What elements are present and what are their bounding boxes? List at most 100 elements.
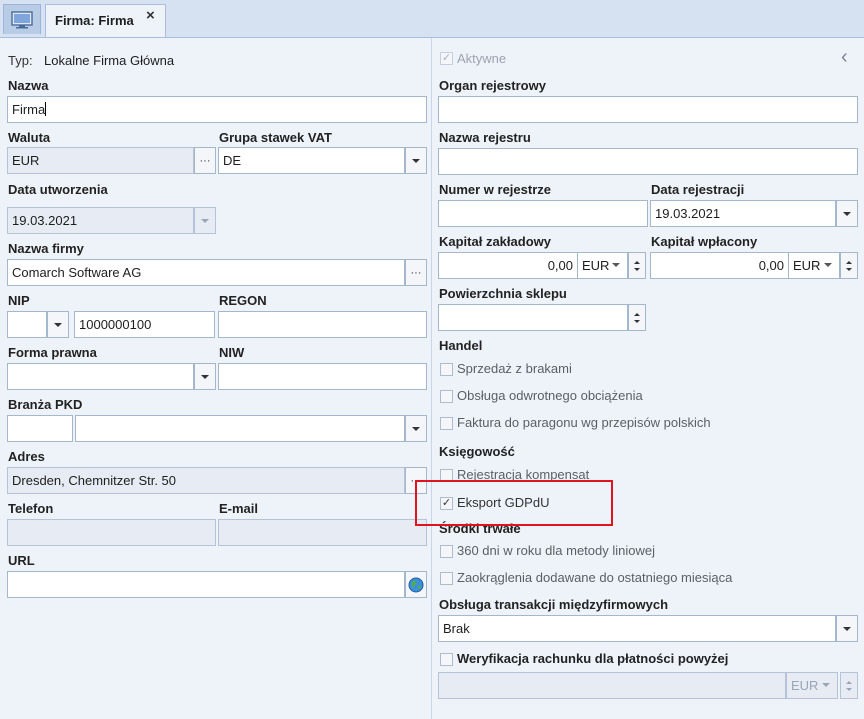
tab-close-icon[interactable]: × xyxy=(146,7,160,24)
chevron-down-icon xyxy=(822,683,830,687)
spin-up-icon xyxy=(634,260,640,264)
numer-rejestr-label: Numer w rejestrze xyxy=(439,182,551,197)
spin-up-icon xyxy=(634,312,640,316)
grupa-vat-dropdown-button[interactable] xyxy=(405,147,427,174)
spin-down-icon xyxy=(846,267,852,271)
zaokraglenia-label: Zaokrąglenia dodawane do ostatniego mies… xyxy=(457,570,733,585)
360-dni-label: 360 dni w roku dla metody liniowej xyxy=(457,543,655,558)
transakcje-label: Obsługa transakcji międzyfirmowych xyxy=(439,597,669,612)
weryfikacja-spinner xyxy=(840,672,858,699)
chevron-down-icon xyxy=(412,158,420,163)
nazwa-rejestru-input[interactable] xyxy=(438,148,858,175)
chevron-down-icon xyxy=(201,218,209,223)
branza-label: Branża PKD xyxy=(8,397,83,412)
kapital-wpl-currency-select[interactable]: EUR xyxy=(788,252,840,279)
url-label: URL xyxy=(8,553,35,568)
nazwa-label: Nazwa xyxy=(8,78,49,93)
currency-value: EUR xyxy=(793,258,821,273)
nip-prefix-dropdown-button[interactable] xyxy=(47,311,69,338)
chevron-down-icon xyxy=(612,263,620,267)
nazwa-input[interactable]: Firma xyxy=(7,96,427,123)
telefon-label: Telefon xyxy=(8,501,54,516)
waluta-label: Waluta xyxy=(8,130,51,145)
spin-up-icon xyxy=(846,260,852,264)
monitor-icon xyxy=(11,10,33,28)
chevron-down-icon xyxy=(843,211,851,216)
data-rejestracji-input[interactable]: 19.03.2021 xyxy=(650,200,836,227)
chevron-down-icon xyxy=(843,626,851,631)
nazwa-value: Firma xyxy=(12,102,46,117)
kapital-zakl-currency-select[interactable]: EUR xyxy=(577,252,628,279)
regon-label: REGON xyxy=(219,293,267,308)
waluta-input[interactable]: EUR xyxy=(7,147,194,174)
branza-dropdown-button[interactable] xyxy=(405,415,427,442)
column-divider xyxy=(431,38,432,719)
transakcje-select[interactable]: Brak xyxy=(438,615,836,642)
grupa-vat-label: Grupa stawek VAT xyxy=(219,130,332,145)
collapse-panel-icon[interactable]: ‹ xyxy=(841,46,848,69)
powierzchnia-spinner[interactable] xyxy=(628,304,646,331)
niw-input[interactable] xyxy=(218,363,427,390)
adres-label: Adres xyxy=(8,449,45,464)
spin-up-icon xyxy=(846,680,852,684)
url-open-button[interactable] xyxy=(405,571,427,598)
nazwa-rejestru-label: Nazwa rejestru xyxy=(439,130,531,145)
text-cursor xyxy=(45,102,47,116)
niw-label: NIW xyxy=(219,345,245,360)
telefon-input xyxy=(7,519,216,546)
weryfikacja-checkbox[interactable] xyxy=(440,653,453,666)
odwrotne-obciazenie-checkbox[interactable] xyxy=(440,390,453,403)
organ-input[interactable] xyxy=(438,96,858,123)
data-rejestracji-dropdown-button[interactable] xyxy=(836,200,858,227)
chevron-down-icon xyxy=(824,263,832,267)
branza-select[interactable] xyxy=(75,415,405,442)
adres-input[interactable]: Dresden, Chemnitzer Str. 50 xyxy=(7,467,405,494)
kapital-wpl-input[interactable]: 0,00 xyxy=(650,252,789,279)
kapital-wpl-spinner[interactable] xyxy=(840,252,858,279)
nip-prefix-select[interactable] xyxy=(7,311,47,338)
chevron-down-icon xyxy=(412,426,420,431)
nazwa-firmy-label: Nazwa firmy xyxy=(8,241,84,256)
sprzedaz-checkbox[interactable] xyxy=(440,363,453,376)
currency-value: EUR xyxy=(582,258,610,273)
waluta-lookup-button[interactable]: ··· xyxy=(194,147,216,174)
organ-label: Organ rejestrowy xyxy=(439,78,546,93)
typ-label: Typ: xyxy=(8,53,33,68)
spin-down-icon xyxy=(634,267,640,271)
email-input xyxy=(218,519,427,546)
weryfikacja-currency-select: EUR xyxy=(786,672,838,699)
faktura-paragon-label: Faktura do paragonu wg przepisów polskic… xyxy=(457,415,711,430)
email-label: E-mail xyxy=(219,501,259,516)
forma-prawna-dropdown-button[interactable] xyxy=(194,363,216,390)
powierzchnia-input[interactable] xyxy=(438,304,628,331)
regon-input[interactable] xyxy=(218,311,427,338)
highlight-box xyxy=(415,480,613,526)
url-input[interactable] xyxy=(7,571,405,598)
kapital-zakl-input[interactable]: 0,00 xyxy=(438,252,578,279)
transakcje-dropdown-button[interactable] xyxy=(836,615,858,642)
aktywne-checkbox: ✓ xyxy=(440,52,453,65)
kapital-zakl-spinner[interactable] xyxy=(628,252,646,279)
nip-label: NIP xyxy=(8,293,30,308)
weryfikacja-label: Weryfikacja rachunku dla płatności powyż… xyxy=(457,651,729,666)
data-utworzenia-dropdown-button xyxy=(194,207,216,234)
handel-section-label: Handel xyxy=(439,338,483,353)
nazwa-firmy-input[interactable]: Comarch Software AG xyxy=(7,259,405,286)
faktura-paragon-checkbox[interactable] xyxy=(440,417,453,430)
forma-prawna-select[interactable] xyxy=(7,363,194,390)
nazwa-firmy-lookup-button[interactable]: ··· xyxy=(405,259,427,286)
aktywne-label: Aktywne xyxy=(457,51,507,66)
main-menu-tab[interactable] xyxy=(3,4,41,34)
kapital-wpl-label: Kapitał wpłacony xyxy=(651,234,758,249)
360-dni-checkbox[interactable] xyxy=(440,545,453,558)
grupa-vat-select[interactable]: DE xyxy=(218,147,405,174)
chevron-down-icon xyxy=(54,322,62,327)
data-utworzenia-label: Data utworzenia xyxy=(8,182,108,197)
branza-code-input[interactable] xyxy=(7,415,73,442)
currency-value: EUR xyxy=(791,678,819,693)
numer-rejestr-input[interactable] xyxy=(438,200,648,227)
sprzedaz-label: Sprzedaż z brakami xyxy=(457,361,572,376)
typ-value: Lokalne Firma Główna xyxy=(44,53,175,68)
nip-input[interactable]: 1000000100 xyxy=(74,311,215,338)
zaokraglenia-checkbox[interactable] xyxy=(440,572,453,585)
